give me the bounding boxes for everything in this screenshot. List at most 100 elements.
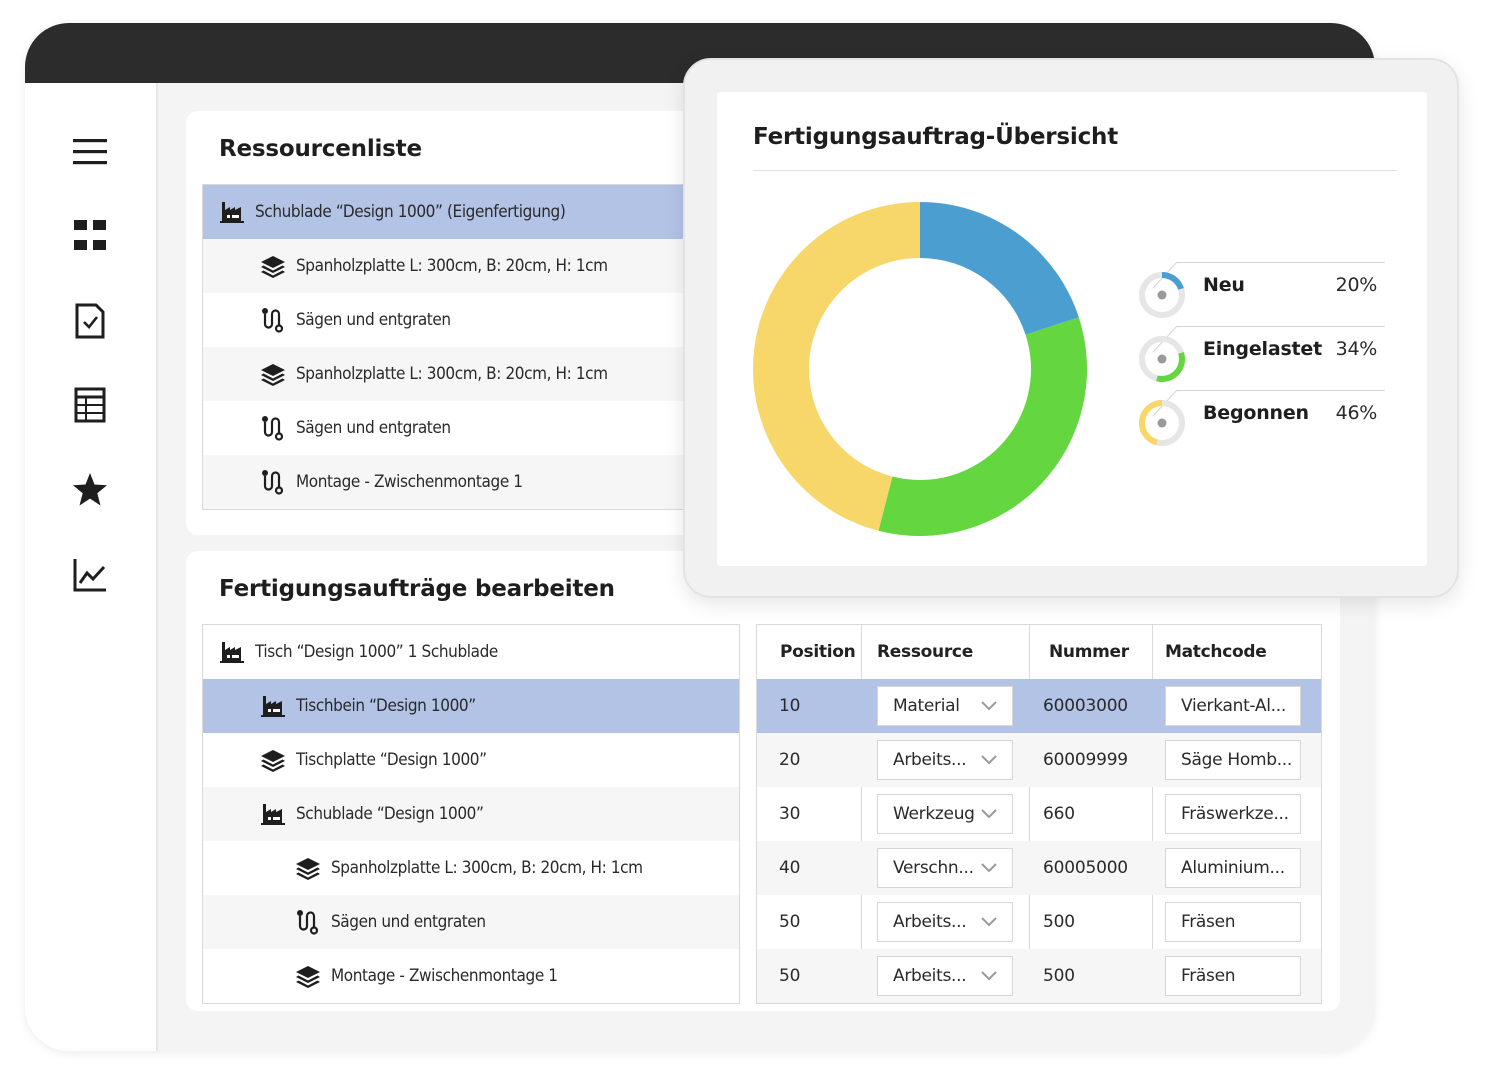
- tree-row[interactable]: Tischplatte “Design 1000”: [203, 733, 739, 787]
- legend-ring-icon: [1139, 336, 1185, 382]
- tree-row-label: Tischbein “Design 1000”: [296, 696, 476, 716]
- resource-select[interactable]: Arbeits...: [877, 956, 1013, 996]
- route-icon: [260, 415, 286, 441]
- orders-title: Fertigungsaufträge bearbeiten: [219, 576, 615, 602]
- route-icon: [260, 307, 286, 333]
- matchcode-field[interactable]: Fräswerkze...: [1165, 794, 1301, 834]
- legend-label: Neu: [1203, 274, 1245, 296]
- layers-icon: [260, 253, 286, 279]
- chevron-down-icon: [980, 807, 998, 821]
- resource-list-title: Ressourcenliste: [219, 136, 422, 162]
- legend-ring-icon: [1139, 400, 1185, 446]
- table-row[interactable]: 50 Arbeits... 500 Fräsen: [757, 949, 1321, 1003]
- route-icon: [260, 469, 286, 495]
- factory-icon: [219, 199, 245, 225]
- tree-row[interactable]: Schublade “Design 1000”: [203, 787, 739, 841]
- chevron-down-icon: [980, 861, 998, 875]
- overview-popup: Fertigungsauftrag-Übersicht Neu 20% Eingel…: [683, 58, 1459, 598]
- column-header-number[interactable]: Nummer: [1049, 625, 1129, 678]
- tree-row-label: Schublade “Design 1000” (Eigenfertigung): [255, 202, 566, 222]
- grid-icon[interactable]: [72, 218, 108, 254]
- column-header-resource[interactable]: Ressource: [877, 625, 973, 678]
- tree-row[interactable]: Tischbein “Design 1000”: [203, 679, 739, 733]
- legend-label: Begonnen: [1203, 402, 1309, 424]
- tree-row-label: Sägen und entgraten: [296, 310, 451, 330]
- tree-row-label: Sägen und entgraten: [331, 912, 486, 932]
- star-icon[interactable]: [72, 472, 108, 508]
- tree-row[interactable]: Tisch “Design 1000” 1 Schublade: [203, 625, 739, 679]
- tree-row[interactable]: Montage - Zwischenmontage 1: [203, 949, 739, 1003]
- route-icon: [295, 909, 321, 935]
- table-row[interactable]: 30 Werkzeug 660 Fräswerkze...: [757, 787, 1321, 841]
- column-header-position[interactable]: Position: [780, 625, 856, 678]
- number-cell: 60003000: [1043, 696, 1128, 716]
- matchcode-field[interactable]: Fräsen: [1165, 956, 1301, 996]
- resource-select[interactable]: Verschn...: [877, 848, 1013, 888]
- factory-icon: [219, 639, 245, 665]
- tree-row-label: Tischplatte “Design 1000”: [296, 750, 487, 770]
- tree-row[interactable]: Spanholzplatte L: 300cm, B: 20cm, H: 1cm: [203, 841, 739, 895]
- resource-select[interactable]: Material: [877, 686, 1013, 726]
- legend-label: Eingelastet: [1203, 338, 1322, 360]
- position-cell: 40: [779, 858, 801, 878]
- legend-item: Neu 20%: [1137, 262, 1385, 326]
- order-table: Position Ressource Nummer Matchcode 10 Ma…: [756, 624, 1322, 1004]
- number-cell: 60005000: [1043, 858, 1128, 878]
- resource-select-value: Material: [893, 696, 960, 716]
- matchcode-field[interactable]: Vierkant-Al...: [1165, 686, 1301, 726]
- resource-select[interactable]: Arbeits...: [877, 740, 1013, 780]
- factory-icon: [260, 693, 286, 719]
- resource-select-value: Arbeits...: [893, 750, 967, 770]
- orders-card: Fertigungsaufträge bearbeiten Tisch “Des…: [186, 551, 1340, 1011]
- matchcode-value: Fräsen: [1181, 912, 1236, 932]
- legend-percentage: 34%: [1335, 338, 1378, 360]
- number-cell: 500: [1043, 912, 1075, 932]
- donut-slice-eingelastet: [878, 317, 1087, 536]
- checked-document-icon[interactable]: [72, 303, 108, 339]
- matchcode-value: Fräswerkze...: [1181, 804, 1289, 824]
- title-divider: [753, 170, 1397, 171]
- table-row[interactable]: 50 Arbeits... 500 Fräsen: [757, 895, 1321, 949]
- matchcode-field[interactable]: Aluminium...: [1165, 848, 1301, 888]
- tree-row-label: Spanholzplatte L: 300cm, B: 20cm, H: 1cm: [296, 364, 608, 384]
- tree-row-label: Spanholzplatte L: 300cm, B: 20cm, H: 1cm: [331, 858, 643, 878]
- legend-percentage: 20%: [1335, 274, 1378, 296]
- line-chart-icon[interactable]: [72, 557, 108, 593]
- resource-select-value: Arbeits...: [893, 912, 967, 932]
- tree-row-label: Montage - Zwischenmontage 1: [296, 472, 523, 492]
- order-tree: Tisch “Design 1000” 1 Schublade Tischbein…: [202, 624, 740, 1004]
- legend-divider: [1177, 326, 1385, 327]
- tree-row-label: Tisch “Design 1000” 1 Schublade: [255, 642, 498, 662]
- donut-chart: [753, 202, 1087, 536]
- matchcode-value: Säge Homb...: [1181, 750, 1293, 770]
- position-cell: 50: [779, 966, 801, 986]
- table-row[interactable]: 10 Material 60003000 Vierkant-Al...: [757, 679, 1321, 733]
- overview-panel: Fertigungsauftrag-Übersicht Neu 20% Eingel…: [717, 92, 1427, 566]
- number-cell: 500: [1043, 966, 1075, 986]
- matchcode-value: Fräsen: [1181, 966, 1236, 986]
- donut-slice-neu: [920, 202, 1079, 335]
- tree-row-label: Sägen und entgraten: [296, 418, 451, 438]
- table-row[interactable]: 40 Verschn... 60005000 Aluminium...: [757, 841, 1321, 895]
- chevron-down-icon: [980, 915, 998, 929]
- matchcode-value: Vierkant-Al...: [1181, 696, 1286, 716]
- chevron-down-icon: [980, 753, 998, 767]
- column-header-matchcode[interactable]: Matchcode: [1165, 625, 1267, 678]
- position-cell: 10: [779, 696, 801, 716]
- tree-row[interactable]: Sägen und entgraten: [203, 895, 739, 949]
- number-cell: 60009999: [1043, 750, 1128, 770]
- resource-select[interactable]: Arbeits...: [877, 902, 1013, 942]
- matchcode-value: Aluminium...: [1181, 858, 1285, 878]
- table-icon[interactable]: [72, 387, 108, 423]
- resource-select[interactable]: Werkzeug: [877, 794, 1013, 834]
- legend-divider: [1177, 262, 1385, 263]
- position-cell: 20: [779, 750, 801, 770]
- tree-row-label: Schublade “Design 1000”: [296, 804, 484, 824]
- matchcode-field[interactable]: Fräsen: [1165, 902, 1301, 942]
- matchcode-field[interactable]: Säge Homb...: [1165, 740, 1301, 780]
- number-cell: 660: [1043, 804, 1075, 824]
- hamburger-menu-icon[interactable]: [72, 134, 108, 170]
- table-row[interactable]: 20 Arbeits... 60009999 Säge Homb...: [757, 733, 1321, 787]
- legend-item: Begonnen 46%: [1137, 390, 1385, 454]
- layers-icon: [295, 855, 321, 881]
